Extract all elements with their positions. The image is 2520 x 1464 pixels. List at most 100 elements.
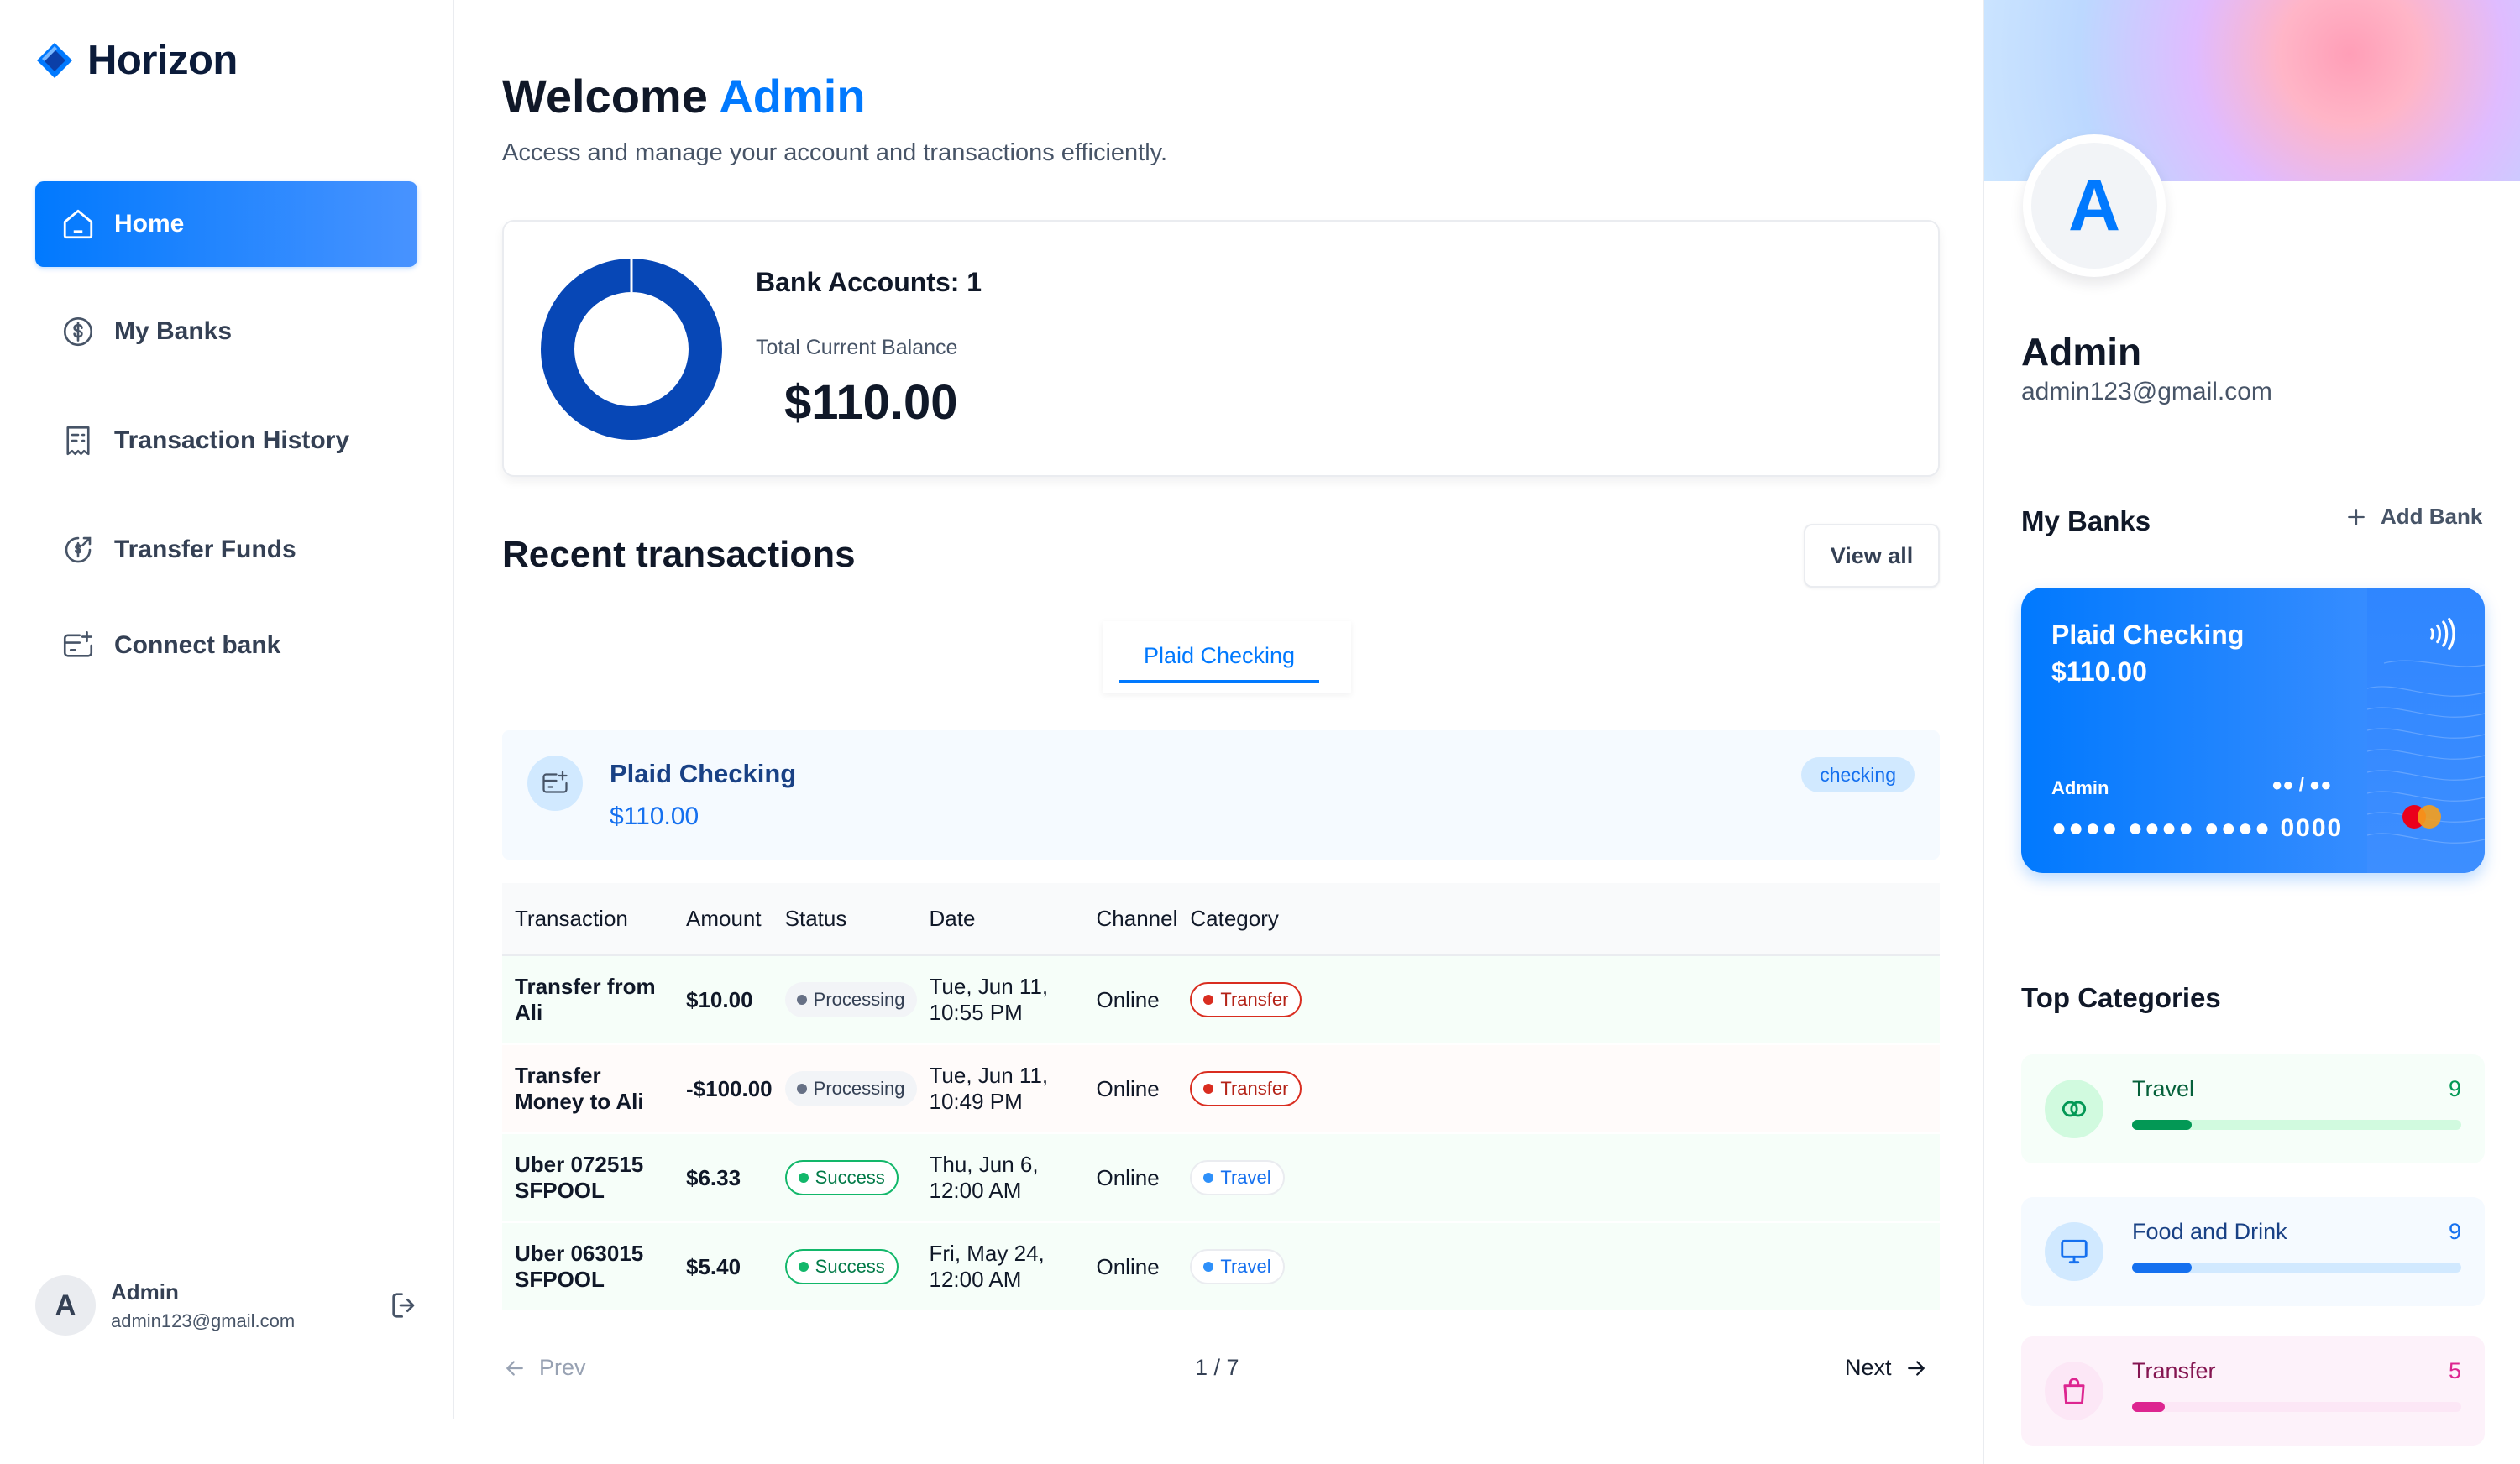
tab-plaid-checking[interactable]: Plaid Checking xyxy=(1119,631,1319,683)
category-badge: Transfer xyxy=(1190,1071,1302,1106)
sidebar-user: A Admin admin123@gmail.com xyxy=(35,1272,422,1339)
column-header: Channel xyxy=(1083,883,1178,956)
right-sidebar: A Admin admin123@gmail.com My Banks Add … xyxy=(1983,0,2520,1464)
sidebar-item-transfer-funds[interactable]: Transfer Funds xyxy=(35,507,417,593)
receipt-icon xyxy=(66,426,90,456)
bank-info-card[interactable]: Plaid Checking $110.00 checking xyxy=(502,730,1940,860)
transaction-date: Tue, Jun 11, 10:55 PM xyxy=(916,955,1084,1045)
column-header: Transaction xyxy=(502,883,673,956)
transaction-amount: $5.40 xyxy=(673,1222,773,1312)
pagination-next-button[interactable]: Next xyxy=(1845,1355,1929,1381)
view-all-button[interactable]: View all xyxy=(1804,524,1940,588)
pagination-prev-button[interactable]: Prev xyxy=(502,1355,586,1381)
category-count: 5 xyxy=(2448,1358,2461,1383)
pagination-next-label: Next xyxy=(1845,1355,1892,1380)
bank-info-name: Plaid Checking xyxy=(610,759,797,788)
transaction-channel: Online xyxy=(1083,1044,1178,1134)
column-header: Status xyxy=(772,883,917,956)
account-type-badge: checking xyxy=(1801,757,1915,792)
transaction-date: Fri, May 24, 12:00 AM xyxy=(916,1222,1084,1312)
user-email: admin123@gmail.com xyxy=(111,1310,296,1331)
card-bank-name: Plaid Checking xyxy=(2051,620,2245,650)
logout-icon[interactable] xyxy=(388,1289,422,1322)
horizon-logo-icon xyxy=(37,43,72,78)
sidebar-item-label: Home xyxy=(114,210,185,238)
transaction-date: Tue, Jun 11, 10:49 PM xyxy=(916,1044,1084,1134)
card-balance: $110.00 xyxy=(2051,656,2147,687)
transaction-amount: -$100.00 xyxy=(673,1044,773,1134)
category-name: Travel xyxy=(2132,1076,2195,1101)
recent-transactions-title: Recent transactions xyxy=(502,534,856,575)
category-card-food-and-drink[interactable]: Food and Drink 9 xyxy=(2021,1197,2485,1306)
sidebar-item-label: Transfer Funds xyxy=(114,536,296,563)
sidebar-item-home[interactable]: Home xyxy=(35,181,417,267)
category-progress-fill xyxy=(2132,1263,2192,1273)
column-header: Date xyxy=(916,883,1084,956)
category-badge: Transfer xyxy=(1190,982,1302,1017)
sidebar-item-connect-bank[interactable]: Connect bank xyxy=(35,603,417,688)
sidebar-item-label: Connect bank xyxy=(114,631,281,659)
category-progress-fill xyxy=(2132,1120,2192,1130)
sidebar-item-my-banks[interactable]: My Banks xyxy=(35,289,417,374)
table-header-row: Transaction Amount Status Date Channel C… xyxy=(502,883,1940,956)
status-badge: Success xyxy=(784,1249,899,1284)
monitor-icon xyxy=(2045,1222,2103,1281)
category-progress xyxy=(2132,1120,2461,1130)
card-holder-name: Admin xyxy=(2051,777,2109,798)
category-card-transfer[interactable]: Transfer 5 xyxy=(2021,1336,2485,1446)
category-count: 9 xyxy=(2448,1219,2461,1244)
table-row[interactable]: Uber 072515 SFPOOL $6.33 Success Thu, Ju… xyxy=(502,1133,1940,1223)
transactions-table: Transaction Amount Status Date Channel C… xyxy=(502,883,1940,1312)
card-number: ●●●● ●●●● ●●●● 0000 xyxy=(2051,814,2344,842)
transaction-amount: $10.00 xyxy=(673,955,773,1045)
bank-accounts-count: Bank Accounts: 1 xyxy=(756,267,982,297)
category-name: Transfer xyxy=(2132,1358,2216,1383)
shopping-bag-icon xyxy=(2045,1362,2103,1420)
transaction-amount: $6.33 xyxy=(673,1133,773,1223)
card-expiry: ●● / ●● xyxy=(2271,774,2332,795)
page-subtitle: Access and manage your account and trans… xyxy=(502,139,1168,166)
table-row[interactable]: Transfer from Ali $10.00 Processing Tue,… xyxy=(502,955,1940,1045)
logo[interactable]: Horizon xyxy=(35,37,238,84)
add-bank-label: Add Bank xyxy=(2381,504,2483,529)
category-badge: Travel xyxy=(1190,1249,1285,1284)
logo-text: Horizon xyxy=(87,38,238,83)
transaction-channel: Online xyxy=(1083,1222,1178,1312)
table-row[interactable]: Transfer Money to Ali -$100.00 Processin… xyxy=(502,1044,1940,1134)
transaction-date: Thu, Jun 6, 12:00 AM xyxy=(916,1133,1084,1223)
arrow-left-icon xyxy=(506,1360,523,1376)
transaction-channel: Online xyxy=(1083,955,1178,1045)
transaction-name: Uber 072515 SFPOOL xyxy=(502,1133,673,1223)
category-progress xyxy=(2132,1402,2461,1412)
plus-icon xyxy=(2348,508,2365,525)
category-card-travel[interactable]: Travel 9 xyxy=(2021,1054,2485,1163)
user-name: Admin xyxy=(111,1278,179,1305)
status-badge: Processing xyxy=(784,982,917,1017)
transaction-name: Transfer from Ali xyxy=(502,955,673,1045)
bank-tabs: Plaid Checking xyxy=(1103,621,1351,693)
welcome-text: Welcome xyxy=(502,70,708,123)
column-header: Category xyxy=(1177,883,1940,956)
dollar-circle-icon xyxy=(63,316,93,347)
home-icon xyxy=(63,209,93,239)
column-header: Amount xyxy=(673,883,773,956)
add-bank-button[interactable]: Add Bank xyxy=(2344,504,2482,530)
bank-card[interactable]: Plaid Checking $110.00 Admin ●● / ●● ●●●… xyxy=(2021,588,2485,873)
welcome-user: Admin xyxy=(719,70,866,123)
total-balance-card: Bank Accounts: 1 Total Current Balance $… xyxy=(502,220,1940,477)
transaction-name: Transfer Money to Ali xyxy=(502,1044,673,1134)
transaction-channel: Online xyxy=(1083,1133,1178,1223)
page-title: Welcome Admin xyxy=(502,69,866,123)
profile-avatar: A xyxy=(2023,134,2166,277)
pagination-count: 1 / 7 xyxy=(1195,1355,1239,1380)
contactless-icon xyxy=(2430,617,2455,651)
arrow-right-icon xyxy=(1907,1360,1925,1376)
card-add-icon xyxy=(63,630,93,657)
sidebar: Horizon Home My Banks Transaction Histor… xyxy=(0,0,454,1419)
total-balance-value: $110.00 xyxy=(784,375,958,430)
sidebar-item-transaction-history[interactable]: Transaction History xyxy=(35,398,417,484)
table-row[interactable]: Uber 063015 SFPOOL $5.40 Success Fri, Ma… xyxy=(502,1222,1940,1312)
status-badge: Processing xyxy=(784,1071,917,1106)
profile-email: admin123@gmail.com xyxy=(2021,378,2272,405)
link-icon xyxy=(2045,1080,2103,1138)
